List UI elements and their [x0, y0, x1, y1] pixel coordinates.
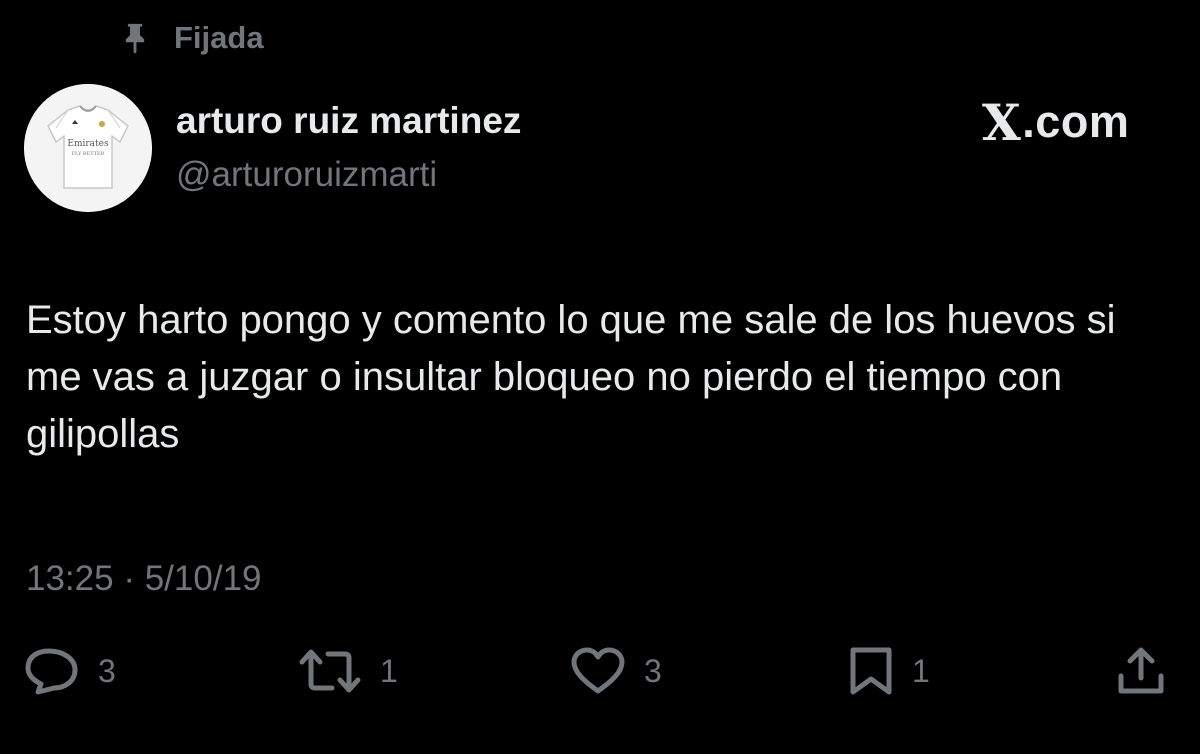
- retweet-button[interactable]: 1: [298, 646, 398, 696]
- tweet-timestamp[interactable]: 13:25 · 5/10/19: [26, 556, 262, 602]
- retweet-icon: [299, 649, 361, 693]
- retweet-count: 1: [380, 652, 398, 689]
- share-button[interactable]: [1116, 646, 1166, 696]
- user-handle[interactable]: @arturoruizmarti: [176, 152, 437, 198]
- jersey-sponsor-subtext: FLY BETTER: [72, 151, 105, 157]
- tweet-text: Estoy harto pongo y comento lo que me sa…: [26, 298, 1116, 456]
- display-name[interactable]: arturo ruiz martinez: [176, 98, 521, 144]
- share-icon: [1118, 647, 1164, 694]
- reply-count: 3: [98, 652, 116, 689]
- pinned-label: Fijada: [174, 20, 264, 55]
- reply-icon: [25, 648, 78, 695]
- like-count: 3: [644, 652, 662, 689]
- heart-icon: [571, 647, 625, 694]
- bookmark-icon: [850, 647, 892, 695]
- pinned-indicator: Fijada: [118, 16, 264, 60]
- like-button[interactable]: 3: [570, 646, 662, 696]
- tweet-actions-bar: 3 1 3 1: [24, 646, 1174, 696]
- avatar[interactable]: Emirates FLY BETTER: [24, 84, 152, 212]
- pin-icon: [125, 23, 145, 54]
- reply-button[interactable]: 3: [24, 646, 116, 696]
- tweet-date: 5/10/19: [144, 559, 262, 598]
- x-logo-icon: X: [982, 92, 1022, 152]
- jersey-sponsor-text: Emirates: [67, 139, 109, 149]
- timestamp-separator: ·: [123, 559, 135, 598]
- brand-domain: .com: [1022, 96, 1130, 147]
- jersey-avatar-image: Emirates FLY BETTER: [24, 84, 152, 212]
- bookmark-count: 1: [912, 652, 930, 689]
- brand-watermark: X .com: [982, 92, 1130, 152]
- tweet-time: 13:25: [26, 559, 114, 598]
- bookmark-button[interactable]: 1: [848, 646, 930, 696]
